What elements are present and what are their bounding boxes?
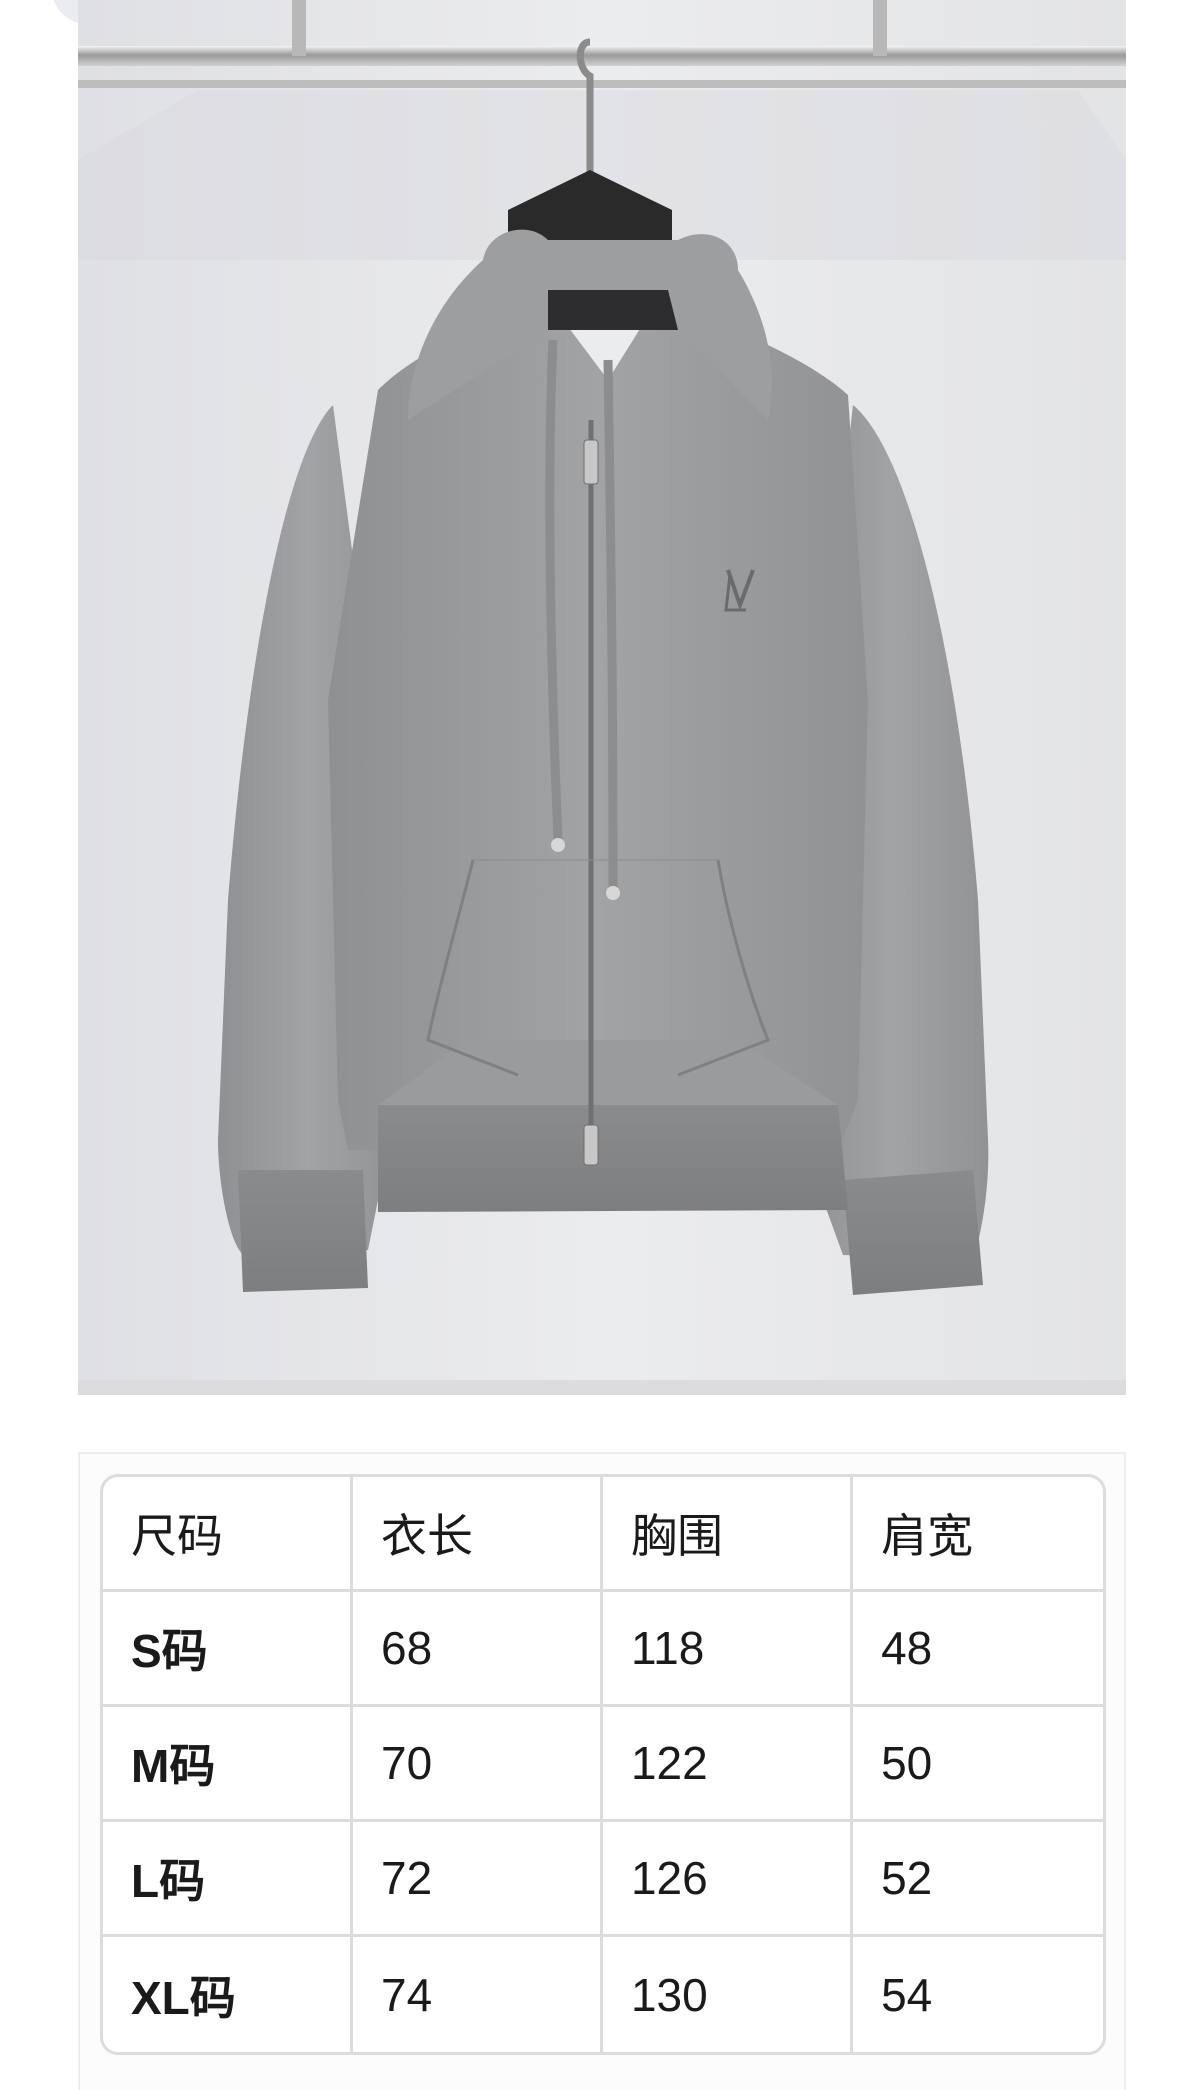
chest-value: 118: [602, 1592, 854, 1707]
shoulder-value: 50: [853, 1707, 1103, 1822]
size-label: M码: [103, 1707, 353, 1822]
table-row: L码 72 126 52: [103, 1822, 1103, 1937]
chest-value: 126: [602, 1822, 854, 1937]
table-row: M码 70 122 50: [103, 1707, 1103, 1822]
table-header-row: 尺码 衣长 胸围 肩宽: [103, 1477, 1103, 1592]
size-label: XL码: [103, 1937, 353, 2052]
size-label: L码: [103, 1822, 353, 1937]
length-value: 70: [353, 1707, 603, 1822]
header-size: 尺码: [103, 1477, 353, 1592]
header-chest: 胸围: [602, 1477, 854, 1592]
shoulder-value: 52: [853, 1822, 1103, 1937]
shoulder-value: 48: [853, 1592, 1103, 1707]
table-row: S码 68 118 48: [103, 1592, 1103, 1707]
size-label: S码: [103, 1592, 353, 1707]
length-value: 74: [353, 1937, 603, 2052]
size-table: 尺码 衣长 胸围 肩宽 S码 68 118 48 M码 70 122 50 L码…: [100, 1474, 1106, 2055]
chest-value: 130: [603, 1937, 854, 2052]
product-photo[interactable]: [78, 0, 1126, 1395]
size-chart-card: 尺码 衣长 胸围 肩宽 S码 68 118 48 M码 70 122 50 L码…: [78, 1452, 1126, 2090]
shoulder-value: 54: [881, 1968, 933, 2021]
length-value: 72: [353, 1822, 603, 1937]
length-value: 68: [353, 1592, 603, 1707]
header-length: 衣长: [353, 1477, 603, 1592]
table-row: XL码 74 130 54: [103, 1937, 1103, 2052]
header-shoulder: 肩宽: [853, 1477, 1103, 1592]
chest-value: 122: [602, 1707, 854, 1822]
